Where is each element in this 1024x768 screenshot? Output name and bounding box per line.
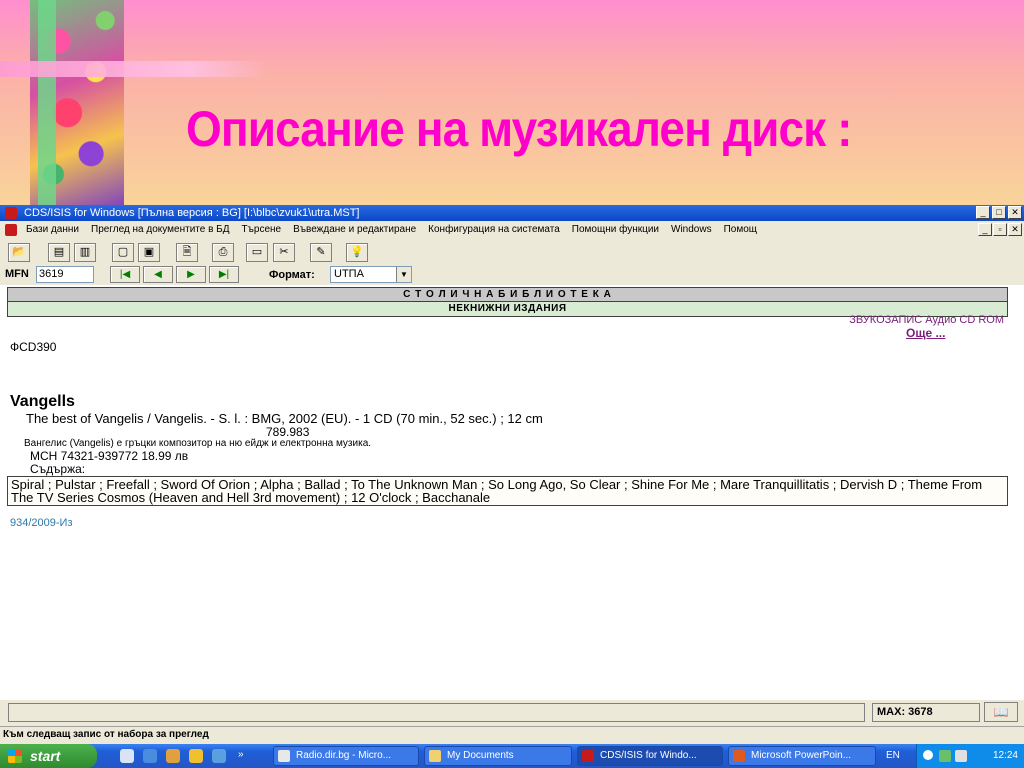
decorative-horizontal-bar <box>0 61 270 77</box>
help-bulb-icon[interactable]: 💡 <box>346 243 368 262</box>
close-button[interactable]: ✕ <box>1008 206 1022 219</box>
menu-windows[interactable]: Windows <box>671 221 712 239</box>
menu-browse[interactable]: Преглед на документите в БД <box>91 221 230 239</box>
task-label: My Documents <box>447 750 514 761</box>
previous-record-button[interactable]: ◀ <box>143 266 173 283</box>
app-icon <box>582 750 594 762</box>
record-header: С Т О Л И Ч Н А Б И Б Л И О Т Е К А НЕКН… <box>7 287 1008 317</box>
format-select[interactable]: UTПA ▼ <box>330 266 412 283</box>
windows-logo-icon <box>8 749 22 763</box>
search-form-icon[interactable]: ▣ <box>138 243 160 262</box>
more-link[interactable]: Още ... <box>906 326 945 340</box>
task-radio[interactable]: Radio.dir.bg - Micro... <box>273 746 419 766</box>
last-record-button[interactable]: ▶| <box>209 266 239 283</box>
menu-databases[interactable]: Бази данни <box>26 221 79 239</box>
task-label: Microsoft PowerPoin... <box>751 750 852 761</box>
task-label: Radio.dir.bg - Micro... <box>296 750 392 761</box>
start-button[interactable]: start <box>0 744 97 768</box>
tools-icon[interactable]: ✂ <box>273 243 295 262</box>
next-record-button[interactable]: ▶ <box>176 266 206 283</box>
open-folder-icon[interactable]: 📂 <box>8 243 30 262</box>
status-hint: Към следващ запис от набора за преглед <box>0 726 1024 744</box>
browser-icon[interactable] <box>143 749 157 763</box>
browse-icon[interactable]: 🗎 <box>176 243 198 262</box>
system-tray: 12:24 <box>916 744 1024 768</box>
document-icon[interactable] <box>5 224 17 236</box>
print-icon[interactable]: ⎙ <box>212 243 234 262</box>
task-my-documents[interactable]: My Documents <box>424 746 572 766</box>
powerpoint-icon <box>733 750 745 762</box>
messenger-icon[interactable] <box>212 749 226 763</box>
doc-restore-button[interactable]: ▫ <box>993 223 1007 236</box>
back-icon[interactable] <box>923 750 933 760</box>
taskbar: start » Radio.dir.bg - Micro... My Docum… <box>0 744 1024 768</box>
window-title: CDS/ISIS for Windows [Пълна версия : BG]… <box>24 207 360 219</box>
menu-utilities[interactable]: Помощни функции <box>572 221 659 239</box>
chevron-down-icon[interactable]: ▼ <box>396 267 411 282</box>
bibliographic-description: The best of Vangelis / Vangelis. - S. l.… <box>26 411 543 426</box>
material-type: ЗВУКОЗАПИС Аудио CD ROM <box>849 314 1004 326</box>
decorative-vertical-bar <box>38 0 56 205</box>
mfn-label: MFN <box>5 268 29 280</box>
database-icon[interactable]: ▤ <box>48 243 70 262</box>
network-icon[interactable] <box>939 750 951 762</box>
menu-edit[interactable]: Въвеждане и редактиране <box>293 221 416 239</box>
navigation-bar: MFN 3619 |◀ ◀ ▶ ▶| Формат: UTПA ▼ <box>0 265 1024 285</box>
book-icon[interactable]: 📖 <box>984 702 1018 722</box>
task-cds-isis[interactable]: CDS/ISIS for Windo... <box>577 746 723 766</box>
menu-search[interactable]: Търсене <box>242 221 282 239</box>
price: MCH 74321-939772 18.99 лв <box>30 449 189 463</box>
window-titlebar[interactable]: CDS/ISIS for Windows [Пълна версия : BG]… <box>0 205 1024 221</box>
menu-help[interactable]: Помощ <box>724 221 757 239</box>
library-name: С Т О Л И Ч Н А Б И Б Л И О Т Е К А <box>8 288 1007 302</box>
player-icon[interactable] <box>189 749 203 763</box>
minimize-button[interactable]: _ <box>976 206 990 219</box>
dictionary-icon[interactable]: ▢ <box>112 243 134 262</box>
record-display: С Т О Л И Ч Н А Б И Б Л И О Т Е К А НЕКН… <box>0 285 1024 700</box>
folder-icon <box>429 750 441 762</box>
udc-code: 789.983 <box>266 425 310 439</box>
show-desktop-icon[interactable] <box>120 749 134 763</box>
menu-config[interactable]: Конфигурация на системата <box>428 221 560 239</box>
record-note: Вангелис (Vangelis) е гръцки композитор … <box>24 438 372 449</box>
doc-minimize-button[interactable]: _ <box>978 223 992 236</box>
format-value: UTПA <box>334 268 364 280</box>
edit-pencil-icon[interactable]: ✎ <box>310 243 332 262</box>
contents-list: Spiral ; Pulstar ; Freefall ; Sword Of O… <box>7 476 1008 506</box>
max-records: MAX: 3678 <box>872 703 980 722</box>
clock: 12:24 <box>992 750 1018 761</box>
media-icon[interactable] <box>166 749 180 763</box>
inventory-number: 934/2009-Из <box>10 517 73 529</box>
mfn-input[interactable]: 3619 <box>36 266 94 283</box>
app-icon[interactable] <box>5 207 17 219</box>
slide-title: Описание на музикален диск : <box>186 101 852 157</box>
task-label: CDS/ISIS for Windo... <box>600 750 697 761</box>
start-label: start <box>30 748 61 764</box>
task-powerpoint[interactable]: Microsoft PowerPoin... <box>728 746 876 766</box>
maximize-button[interactable]: □ <box>992 206 1006 219</box>
status-field <box>8 703 865 722</box>
status-bar: MAX: 3678 📖 <box>0 700 1024 726</box>
save-icon[interactable]: ▭ <box>246 243 268 262</box>
doc-close-button[interactable]: ✕ <box>1008 223 1022 236</box>
volume-icon[interactable] <box>955 750 967 762</box>
menu-bar: Бази данни Преглед на документите в БД Т… <box>0 221 1024 239</box>
first-record-button[interactable]: |◀ <box>110 266 140 283</box>
slide-banner: Описание на музикален диск : <box>0 0 1024 205</box>
contents-label: Съдържа: <box>30 462 86 476</box>
window-icon <box>278 750 290 762</box>
author: Vangells <box>10 393 75 410</box>
format-label: Формат: <box>269 269 315 281</box>
chevron-right-icon[interactable]: » <box>238 749 252 763</box>
shelfmark: ФCD390 <box>10 340 57 354</box>
database-export-icon[interactable]: ▥ <box>74 243 96 262</box>
language-indicator[interactable]: EN <box>886 744 900 768</box>
toolbar: 📂 ▤ ▥ ▢ ▣ 🗎 ⎙ ▭ ✂ ✎ 💡 <box>0 239 1024 265</box>
